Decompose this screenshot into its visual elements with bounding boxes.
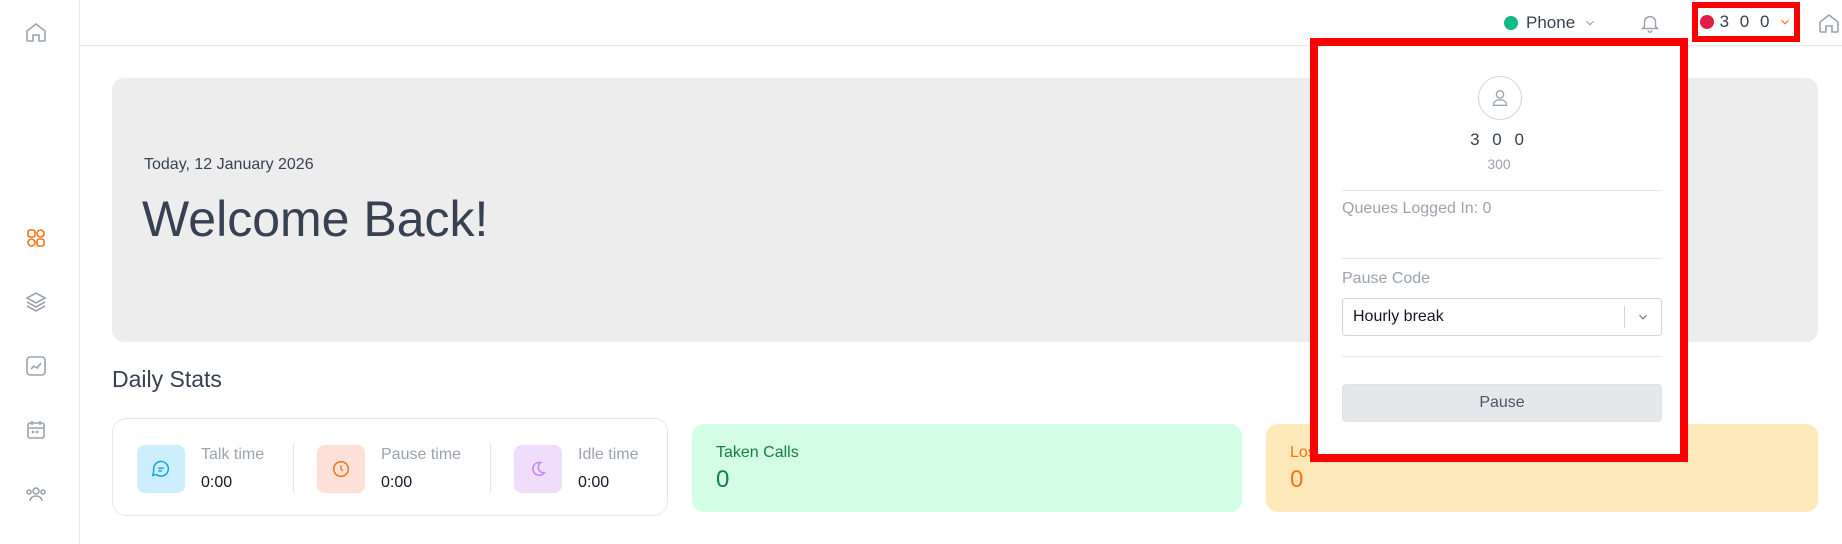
- user-extension: 300: [1487, 156, 1511, 172]
- user-status-button[interactable]: 3 0 0: [1692, 2, 1800, 42]
- avatar: [1478, 76, 1522, 120]
- stat-label: Idle time: [578, 446, 639, 463]
- user-status-dot: [1699, 15, 1714, 29]
- taken-calls-card: Taken Calls 0: [692, 424, 1242, 512]
- divider: [490, 443, 491, 493]
- divider: [293, 443, 294, 493]
- user-icon: [1492, 89, 1508, 107]
- sidebar: [0, 0, 80, 544]
- stat-value: 0:00: [201, 474, 233, 491]
- idle-time-stat: Idle time 0:00: [514, 443, 638, 495]
- divider: [1342, 356, 1662, 357]
- pause-time-stat: Pause time 0:00: [317, 443, 461, 495]
- pause-code-label: Pause Code: [1342, 270, 1431, 287]
- stat-value: 0:00: [578, 474, 610, 491]
- queues-logged-in: Queues Logged In: 0: [1342, 200, 1492, 217]
- users-icon[interactable]: [22, 480, 50, 508]
- chart-icon[interactable]: [22, 352, 50, 380]
- dashboard-icon[interactable]: [22, 224, 50, 252]
- date-label: Today, 12 January 2026: [144, 156, 314, 173]
- kpi-value: 0: [716, 466, 730, 493]
- chat-icon: [137, 445, 185, 493]
- time-stats-card: Talk time 0:00 Pause time 0:00 Idle time…: [112, 418, 668, 516]
- welcome-title: Welcome Back!: [142, 191, 489, 247]
- talk-time-stat: Talk time 0:00: [137, 443, 264, 495]
- chevron-down-icon: [1586, 20, 1595, 26]
- home-icon[interactable]: [22, 18, 50, 46]
- phone-label: Phone: [1526, 13, 1576, 32]
- user-label: 3 0 0: [1719, 12, 1773, 31]
- app: Phone 3 0 0 Today, 12 January 2026 Welco…: [0, 0, 1842, 544]
- bell-icon[interactable]: [1636, 8, 1664, 38]
- moon-icon: [514, 445, 562, 493]
- stat-value: 0:00: [381, 474, 413, 491]
- pause-code-select[interactable]: Hourly break: [1342, 298, 1662, 336]
- kpi-value: 0: [1290, 466, 1304, 493]
- calendar-icon[interactable]: [22, 416, 50, 444]
- divider: [1342, 258, 1662, 259]
- layers-icon[interactable]: [22, 288, 50, 316]
- stat-label: Pause time: [381, 446, 462, 463]
- clock-icon: [317, 445, 365, 493]
- daily-stats-title: Daily Stats: [112, 366, 222, 392]
- phone-status-dot: [1504, 16, 1518, 30]
- kpi-label: Taken Calls: [716, 444, 799, 461]
- phone-selector[interactable]: Phone: [1504, 8, 1597, 38]
- pause-code-value: Hourly break: [1353, 308, 1444, 325]
- user-name: 3 0 0: [1470, 130, 1528, 149]
- chevron-down-icon[interactable]: [1625, 310, 1661, 324]
- pause-button[interactable]: Pause: [1342, 384, 1662, 422]
- user-dropdown-panel: 3 0 0 300 Queues Logged In: 0 Pause Code…: [1310, 38, 1688, 462]
- stat-label: Talk time: [201, 446, 265, 463]
- divider: [1342, 190, 1662, 191]
- chevron-down-icon: [1781, 19, 1790, 25]
- top-home-icon[interactable]: [1814, 8, 1842, 38]
